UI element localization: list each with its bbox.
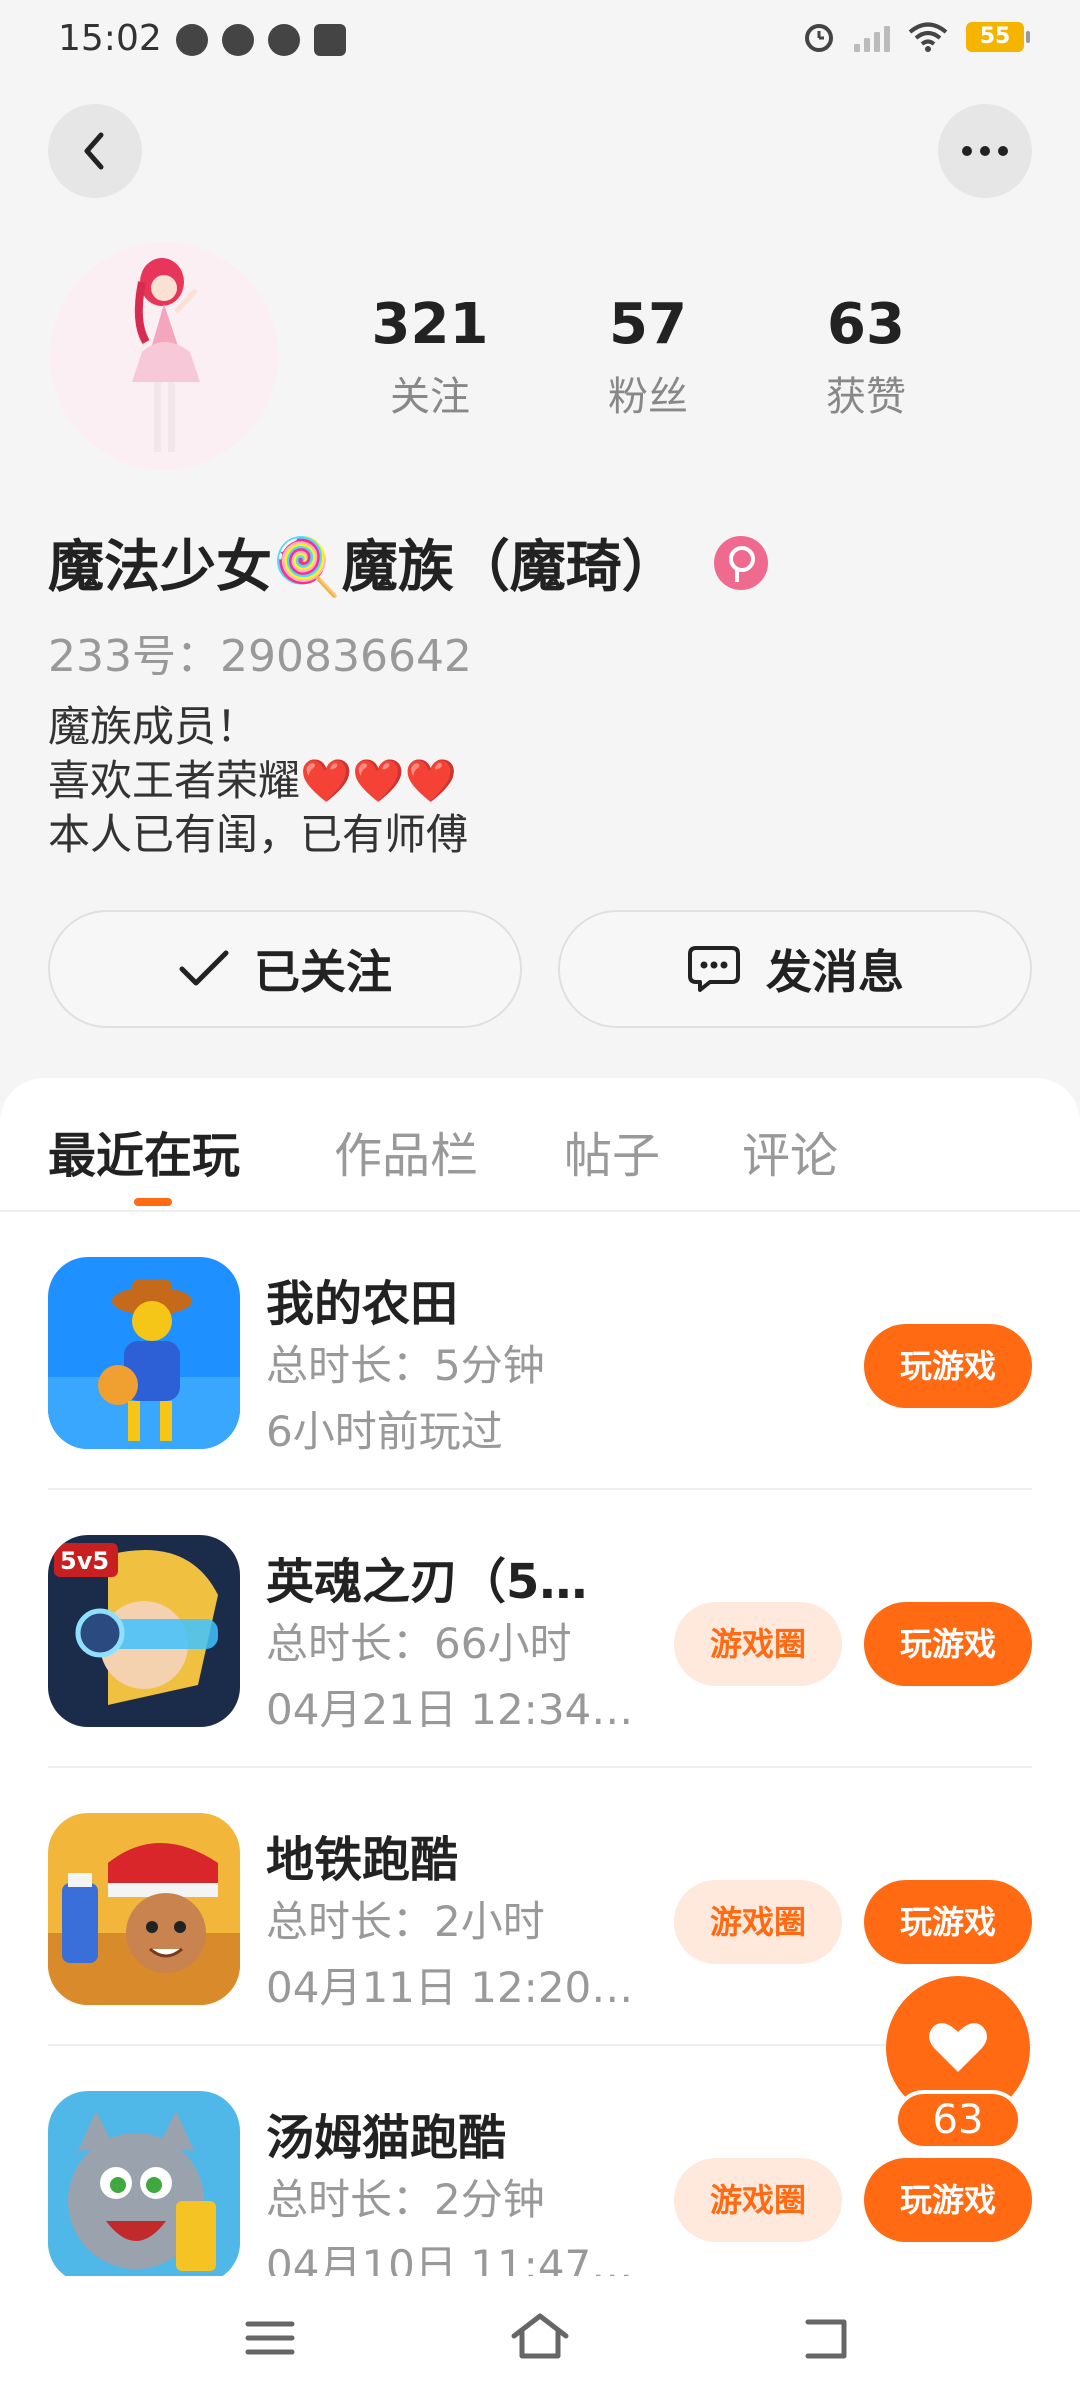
pinwheel-icon xyxy=(222,24,254,56)
content-panel: 最近在玩 作品栏 帖子 评论 我的农田 总时长：5分钟 6小时前玩过 玩游戏 5… xyxy=(0,1078,1080,2400)
chevron-left-icon xyxy=(84,132,104,170)
heart-icon xyxy=(929,2023,987,2072)
stat-value: 57 xyxy=(609,292,687,357)
tab-bar: 最近在玩 作品栏 帖子 评论 xyxy=(0,1078,1080,1212)
more-button[interactable] xyxy=(938,104,1032,198)
bio-line: 魔族成员！ xyxy=(48,702,259,751)
game-duration: 总时长：2分钟 xyxy=(266,2175,545,2224)
game-last-played: 6小时前玩过 xyxy=(266,1407,503,1456)
profile-screen: 15:02 55 321 关注 57 粉丝 63 获赞 魔法少女🍭魔族（魔琦） … xyxy=(0,0,1080,2400)
stat-fans[interactable]: 57 粉丝 xyxy=(548,290,748,422)
game-duration: 总时长：2小时 xyxy=(266,1897,545,1946)
like-count-badge: 63 xyxy=(894,2090,1022,2150)
followed-button[interactable]: 已关注 xyxy=(48,910,522,1028)
stat-value: 63 xyxy=(827,292,905,357)
play-game-button[interactable]: 玩游戏 xyxy=(864,2158,1032,2242)
signal-icon xyxy=(854,22,890,52)
game-duration: 总时长：66小时 xyxy=(266,1619,572,1668)
game-duration: 总时长：5分钟 xyxy=(266,1341,545,1390)
tab-recently-played[interactable]: 最近在玩 xyxy=(48,1116,240,1186)
female-gender-icon xyxy=(713,535,768,590)
play-game-button[interactable]: 玩游戏 xyxy=(864,1880,1032,1964)
status-right: 55 xyxy=(802,20,1030,54)
game-list-item[interactable]: 5v5 英魂之刃（5… 总时长：66小时 04月21日 12:34… 游戏圈 玩… xyxy=(48,1490,1032,1768)
home-icon[interactable] xyxy=(508,2306,572,2370)
game-name: 地铁跑酷 xyxy=(266,1832,459,1888)
back-button[interactable] xyxy=(48,104,142,198)
mail-icon xyxy=(314,24,346,56)
bio: 魔族成员！ 喜欢王者荣耀❤️❤️❤️ 本人已有闺，已有师傅 xyxy=(48,700,468,862)
tab-comments[interactable]: 评论 xyxy=(742,1116,838,1186)
bio-line: 本人已有闺，已有师傅 xyxy=(48,810,469,859)
send-message-button[interactable]: 发消息 xyxy=(558,910,1032,1028)
game-last-played: 04月11日 12:20… xyxy=(266,1963,634,2012)
game-icon-hero-blade: 5v5 xyxy=(48,1535,240,1727)
stat-following[interactable]: 321 关注 xyxy=(330,290,530,422)
game-list-item[interactable]: 我的农田 总时长：5分钟 6小时前玩过 玩游戏 xyxy=(48,1212,1032,1490)
game-circle-button[interactable]: 游戏圈 xyxy=(674,1880,842,1964)
system-nav-bar xyxy=(0,2276,1080,2400)
wifi-icon xyxy=(908,22,948,52)
back-nav-icon[interactable] xyxy=(794,2306,858,2370)
app-notification-icon xyxy=(176,24,208,56)
game-icon-my-farm xyxy=(48,1257,240,1449)
play-game-button[interactable]: 玩游戏 xyxy=(864,1324,1032,1408)
anime-girl-avatar-image xyxy=(132,258,200,452)
stat-likes[interactable]: 63 获赞 xyxy=(766,290,966,422)
play-game-button[interactable]: 玩游戏 xyxy=(864,1602,1032,1686)
game-name: 汤姆猫跑酷 xyxy=(266,2110,507,2166)
nickname: 魔法少女🍭魔族（魔琦） xyxy=(48,535,678,600)
status-bar: 15:02 55 xyxy=(0,0,1080,84)
avatar[interactable] xyxy=(50,242,278,470)
game-icon-subway-surfers xyxy=(48,1813,240,2005)
profile-nickname-row: 魔法少女🍭魔族（魔琦） xyxy=(48,522,768,603)
stat-label: 粉丝 xyxy=(608,374,688,420)
menu-icon[interactable] xyxy=(238,2306,302,2370)
svg-text:5v5: 5v5 xyxy=(60,1547,109,1575)
alarm-icon xyxy=(805,24,833,52)
chat-bubble-icon xyxy=(688,946,740,992)
wechat-icon xyxy=(268,24,300,56)
more-dots-icon xyxy=(962,146,1008,156)
game-name: 英魂之刃（5… xyxy=(266,1554,588,1610)
user-id: 233号：290836642 xyxy=(48,631,472,682)
tab-works[interactable]: 作品栏 xyxy=(334,1116,478,1186)
stat-label: 关注 xyxy=(390,374,470,420)
game-icon-talking-tom xyxy=(48,2091,240,2283)
status-time: 15:02 xyxy=(58,18,162,59)
game-last-played: 04月21日 12:34… xyxy=(266,1685,634,1734)
game-circle-button[interactable]: 游戏圈 xyxy=(674,2158,842,2242)
battery-icon: 55 xyxy=(966,22,1030,52)
tab-posts[interactable]: 帖子 xyxy=(564,1116,660,1186)
game-circle-button[interactable]: 游戏圈 xyxy=(674,1602,842,1686)
active-tab-indicator xyxy=(134,1198,172,1206)
check-icon xyxy=(179,950,229,986)
profile-stats: 321 关注 57 粉丝 63 获赞 xyxy=(330,290,1030,430)
stat-value: 321 xyxy=(371,292,489,357)
send-message-label: 发消息 xyxy=(766,945,904,999)
bio-line: 喜欢王者荣耀❤️❤️❤️ xyxy=(48,756,457,805)
game-name: 我的农田 xyxy=(266,1276,459,1332)
stat-label: 获赞 xyxy=(826,374,906,420)
game-list-item[interactable]: 地铁跑酷 总时长：2小时 04月11日 12:20… 游戏圈 玩游戏 xyxy=(48,1768,1032,2046)
followed-label: 已关注 xyxy=(254,945,392,999)
